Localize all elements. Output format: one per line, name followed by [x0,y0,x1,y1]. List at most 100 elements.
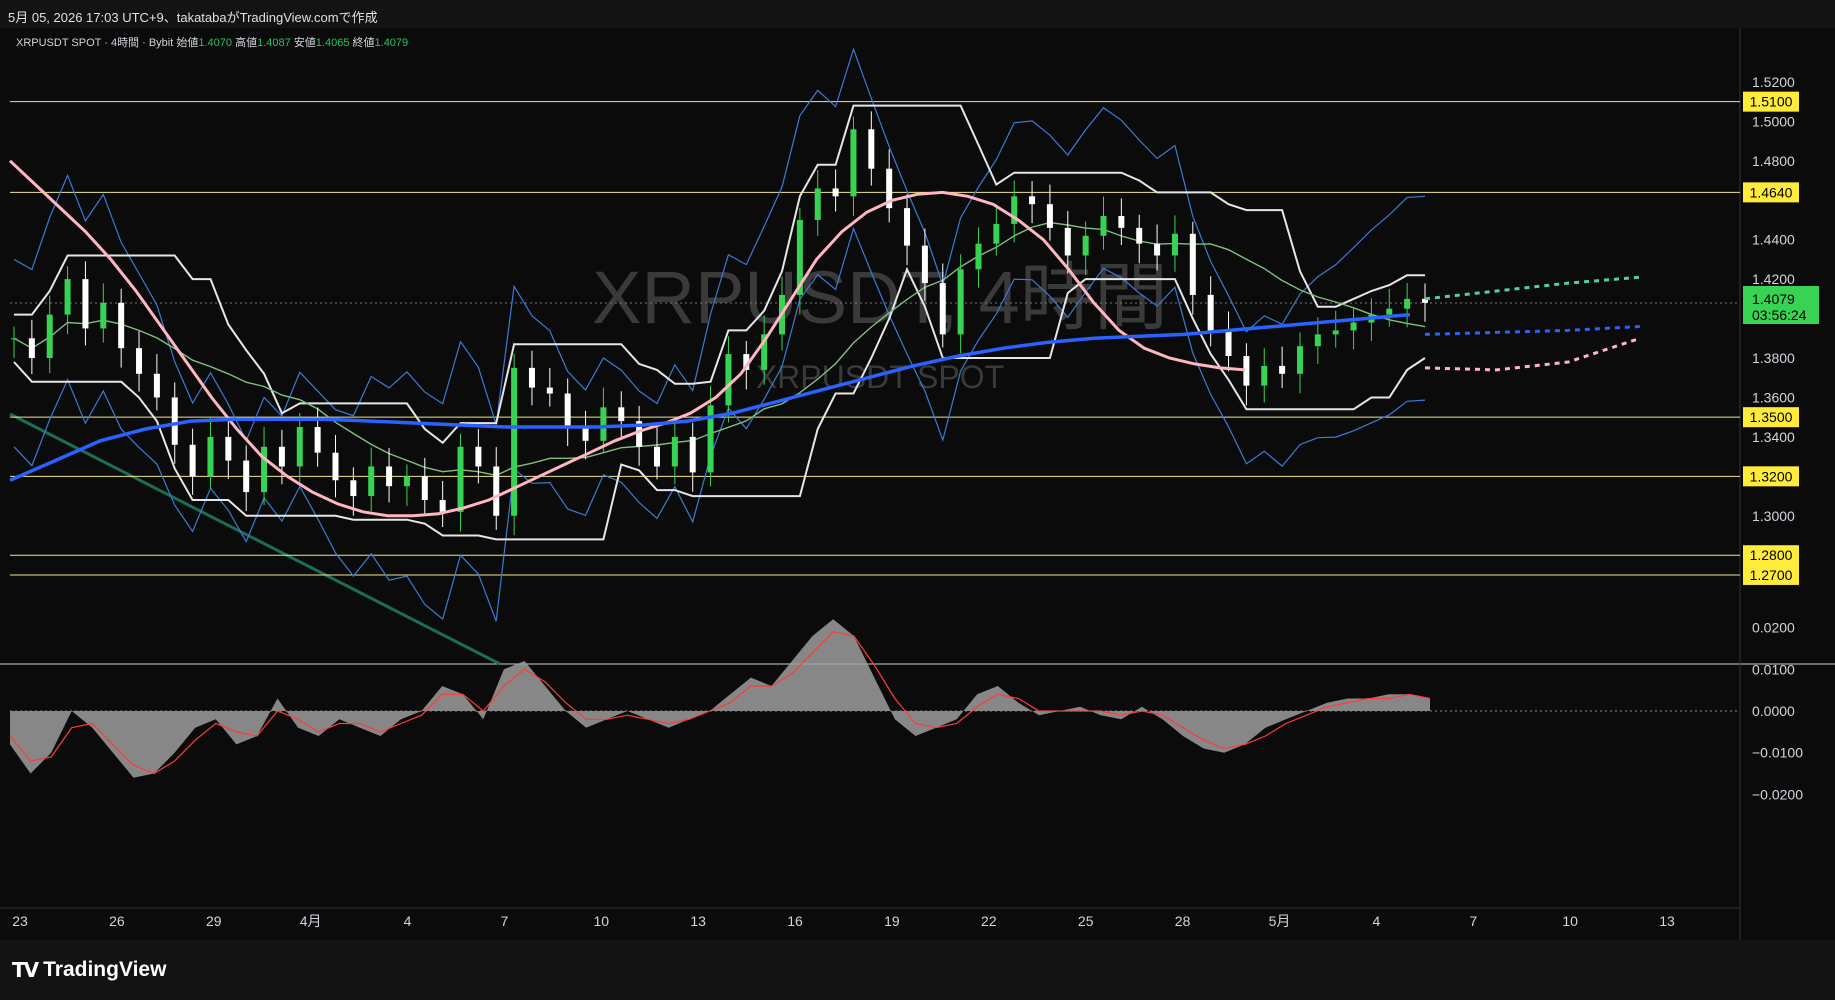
candle-body [350,480,357,497]
oscillator-axis-tick: 0.0000 [1752,703,1795,719]
candle-body [1136,227,1143,244]
time-axis-tick: 4 [404,913,412,929]
candle-body [64,279,71,315]
candle-body [1332,330,1339,335]
time-axis-tick: 7 [501,913,509,929]
candle-body [1279,365,1286,374]
price-axis-tick: 1.5200 [1752,74,1795,90]
candle-body [1225,330,1232,357]
watermark-sub: XRPUSDT SPOT [756,359,1004,395]
candle-body [386,466,393,487]
candle-body [546,387,553,394]
candle-body [332,452,339,481]
candle-body [868,129,875,169]
candle-body [993,223,1000,244]
candle-body [278,446,285,467]
time-axis-tick: 25 [1078,913,1094,929]
time-axis-tick: 10 [594,913,610,929]
chart-background [0,28,1835,940]
candle-body [1386,308,1393,315]
time-axis-tick: 4月 [300,913,322,929]
candle-body [511,367,518,516]
candle-body [475,446,482,467]
candle-body [582,427,589,441]
chart-header: 5月 05, 2026 17:03 UTC+9、takatabaがTrading… [0,0,1835,28]
candle-body [261,446,268,493]
price-axis-tick: 1.3600 [1752,389,1795,405]
candle-body [850,129,857,197]
time-axis-tick: 7 [1469,913,1477,929]
candle-body [975,243,982,270]
time-axis-tick: 22 [981,913,997,929]
candle-body [296,427,303,467]
candle-body [921,245,928,284]
oscillator-axis-tick: −0.0100 [1752,745,1803,761]
candle-body [671,436,678,467]
candle-body [689,436,696,473]
candle-body [421,476,428,501]
candle-body [600,407,607,441]
candle-body [1189,233,1196,295]
candle-body [1296,346,1303,374]
candle-body [118,302,125,349]
price-axis-tick: 1.3000 [1752,508,1795,524]
tradingview-mark-icon: TV [12,958,39,982]
candle-body [403,476,410,487]
time-axis-tick: 16 [787,913,803,929]
candle-body [28,338,35,359]
candle-body [225,436,232,461]
legend-high-label: 高値 [235,37,258,49]
oscillator-axis-tick: 0.0200 [1752,620,1795,636]
legend-symbol: XRPUSDT SPOT · 4時間 · Bybit [16,37,174,49]
candle-body [725,354,732,406]
level-badge-label: 1.2700 [1750,567,1793,583]
candle-body [904,208,911,246]
chart-area[interactable]: XRPUSDT, 4時間 XRPUSDT SPOT 1.5100 1.4640 1.35… [0,28,1835,940]
candle-body [11,338,17,340]
legend-open-label: 始値 [176,37,199,49]
candle-body [207,436,214,477]
candle-body [1171,233,1178,256]
candle-body [368,466,375,497]
candle-body [1064,227,1071,256]
candle-body [171,397,178,445]
legend-open-value: 1.4070 [198,37,233,49]
candle-body [957,269,964,335]
time-axis-tick: 29 [206,913,222,929]
time-axis-tick: 26 [109,913,125,929]
time-axis-tick: 13 [1659,913,1675,929]
countdown-label: 03:56:24 [1752,307,1807,323]
price-axis-tick: 1.4800 [1752,153,1795,169]
candle-body [136,348,143,374]
time-axis-tick: 10 [1562,913,1578,929]
candle-body [1350,322,1357,331]
candle-body [457,446,464,512]
candle-body [939,283,946,335]
ohlc-legend: XRPUSDT SPOT · 4時間 · Bybit 始値1.4070 高値 1.… [16,34,408,50]
chart-canvas[interactable]: XRPUSDT, 4時間XRPUSDT SPOT1.51001.46401.35… [0,28,1835,940]
candle-body [564,393,571,428]
candle-body [100,302,107,329]
candle-body [1029,196,1036,205]
candle-body [439,500,446,512]
level-badge-label: 1.3200 [1750,468,1793,484]
candle-body [1154,243,1161,256]
time-axis-tick: 13 [690,913,706,929]
candle-body [1046,204,1053,228]
candle-body [618,407,625,422]
candle-body [1118,216,1125,228]
price-axis-tick: 1.5000 [1752,113,1795,129]
candle-body [314,427,321,453]
legend-close-value: 1.4079 [374,37,409,49]
time-axis-tick: 4 [1372,913,1380,929]
candle-body [46,314,53,359]
candle-body [814,188,821,220]
legend-close-label: 終値 [352,37,375,49]
tradingview-logo[interactable]: TV TradingView [12,958,166,982]
candle-body [1082,235,1089,256]
candle-body [1261,365,1268,386]
candle-body [243,460,250,493]
price-axis-tick: 1.4200 [1752,271,1795,287]
time-axis-tick: 28 [1175,913,1191,929]
current-price-label: 1.4079 [1752,291,1795,307]
